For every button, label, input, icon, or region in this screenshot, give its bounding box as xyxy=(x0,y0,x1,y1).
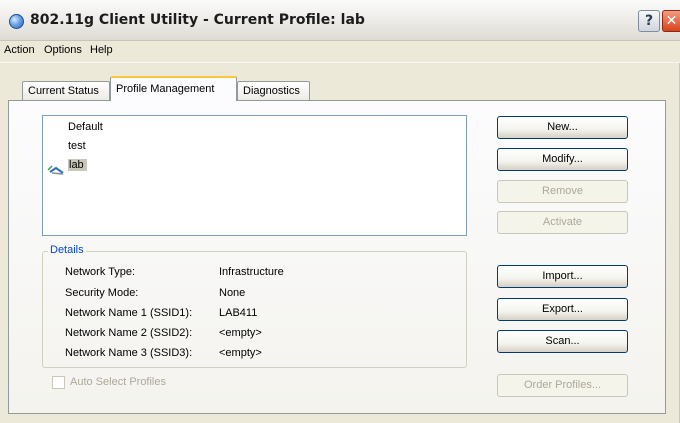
auto-select-profiles-label: Auto Select Profiles xyxy=(70,376,166,388)
tab-profile-management[interactable]: Profile Management xyxy=(110,76,237,101)
new-button-label: New... xyxy=(547,121,578,133)
tab-current-status[interactable]: Current Status xyxy=(22,81,110,100)
title-bar[interactable]: 802.11g Client Utility - Current Profile… xyxy=(0,0,680,41)
detail-value-network-type: Infrastructure xyxy=(219,266,284,278)
modify-button-label: Modify... xyxy=(542,153,583,165)
profile-item-label: test xyxy=(68,140,86,152)
import-button-label: Import... xyxy=(542,270,583,282)
export-button[interactable]: Export... xyxy=(497,298,628,321)
import-button[interactable]: Import... xyxy=(497,265,628,288)
activate-button-label: Activate xyxy=(542,216,583,228)
detail-label-ssid2: Network Name 2 (SSID2): xyxy=(65,327,193,339)
detail-label-ssid1: Network Name 1 (SSID1): xyxy=(65,307,193,319)
app-globe-icon xyxy=(9,14,24,29)
profile-item-label: lab xyxy=(68,159,87,171)
profile-item-lab[interactable]: lab xyxy=(68,159,87,173)
detail-value-ssid1: LAB411 xyxy=(219,307,258,319)
menu-bar: Action Options Help xyxy=(0,41,680,63)
remove-button-label: Remove xyxy=(542,185,583,197)
profile-item-label: Default xyxy=(68,121,103,133)
profile-item-default[interactable]: Default xyxy=(68,121,103,135)
window-title: 802.11g Client Utility - Current Profile… xyxy=(30,12,365,28)
detail-label-network-type: Network Type: xyxy=(65,266,136,278)
menu-options[interactable]: Options xyxy=(44,44,82,56)
app-window: 802.11g Client Utility - Current Profile… xyxy=(0,0,680,423)
close-button[interactable]: ✕ xyxy=(662,10,680,32)
menu-help[interactable]: Help xyxy=(90,44,113,56)
detail-label-security-mode: Security Mode: xyxy=(65,287,139,299)
activate-button[interactable]: Activate xyxy=(497,211,628,234)
export-button-label: Export... xyxy=(542,303,583,315)
scan-button-label: Scan... xyxy=(545,335,580,347)
profile-list[interactable]: Default test lab xyxy=(42,115,467,236)
active-profile-icon xyxy=(47,165,64,175)
menu-action[interactable]: Action xyxy=(4,44,35,56)
remove-button[interactable]: Remove xyxy=(497,180,628,203)
detail-label-ssid3: Network Name 3 (SSID3): xyxy=(65,347,193,359)
auto-select-profiles-checkbox[interactable] xyxy=(52,376,65,389)
modify-button[interactable]: Modify... xyxy=(497,148,628,171)
order-profiles-button[interactable]: Order Profiles... xyxy=(497,374,628,397)
help-button[interactable]: ? xyxy=(638,10,660,32)
details-legend: Details xyxy=(48,244,86,256)
tab-diagnostics[interactable]: Diagnostics xyxy=(237,81,310,100)
detail-value-security-mode: None xyxy=(219,287,246,299)
detail-value-ssid3: <empty> xyxy=(219,347,262,359)
new-button[interactable]: New... xyxy=(497,116,628,139)
detail-value-ssid2: <empty> xyxy=(219,327,262,339)
order-profiles-button-label: Order Profiles... xyxy=(523,379,602,391)
profile-item-test[interactable]: test xyxy=(68,140,86,154)
scan-button[interactable]: Scan... xyxy=(497,330,628,353)
